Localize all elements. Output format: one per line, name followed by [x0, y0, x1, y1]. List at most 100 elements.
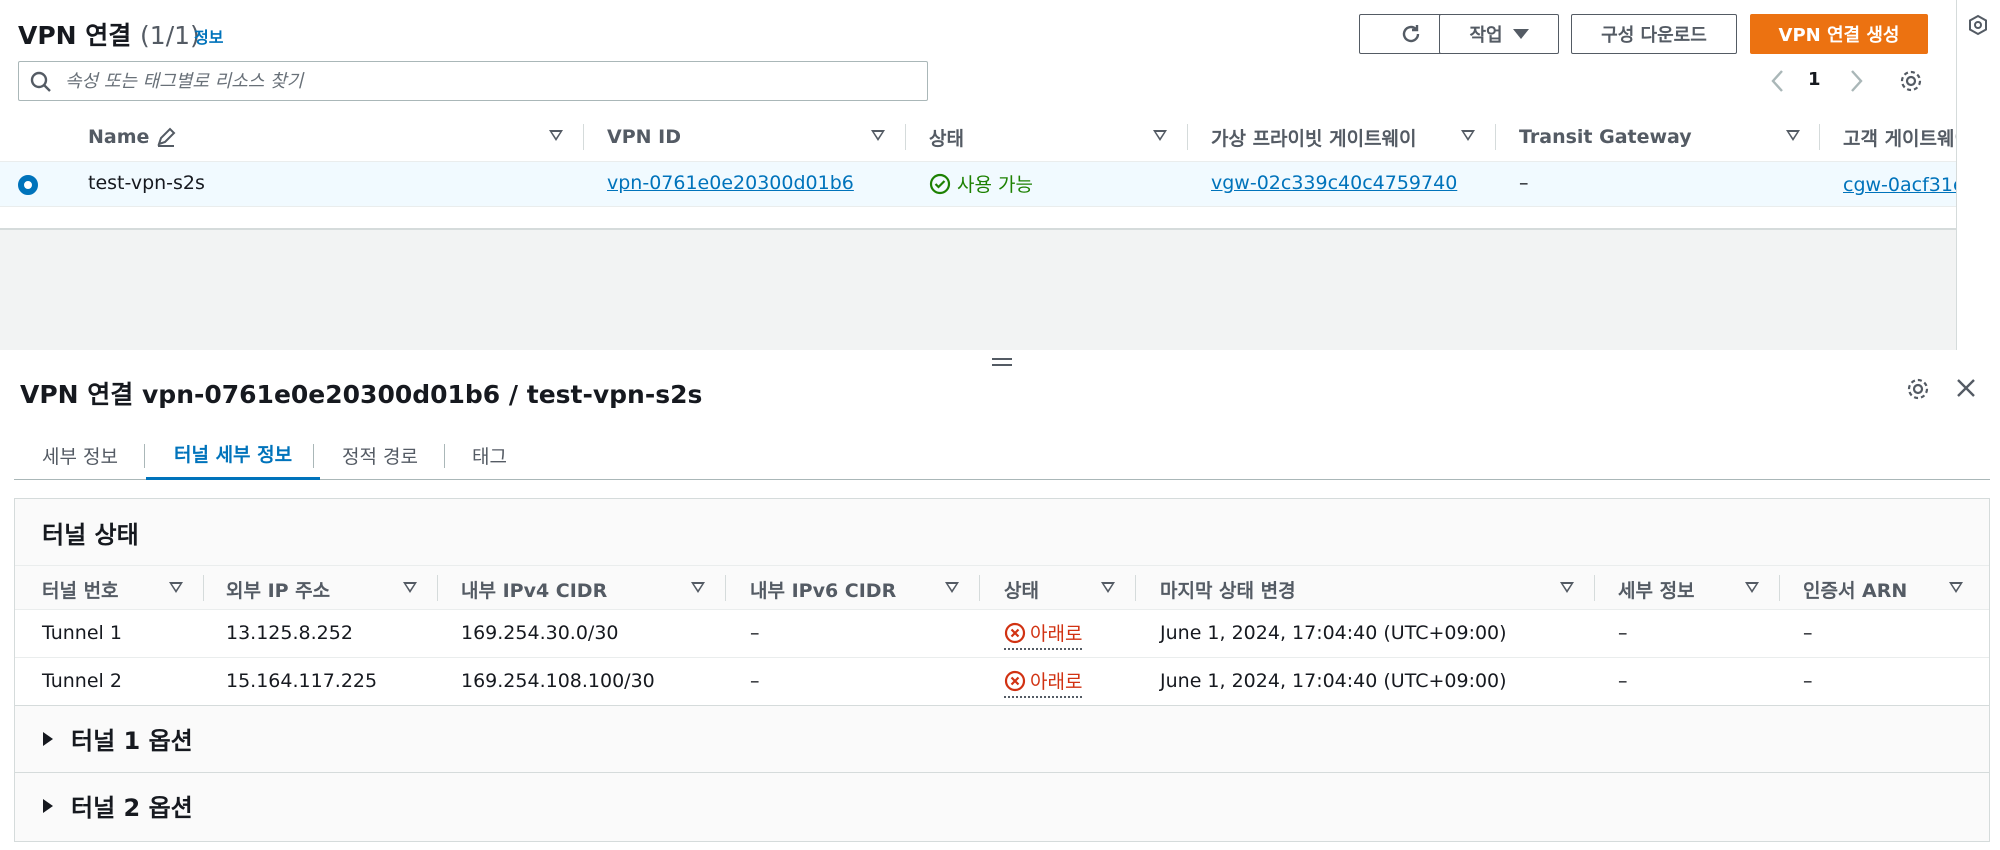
download-config-button[interactable]: 구성 다운로드	[1571, 14, 1737, 54]
column-divider[interactable]	[905, 124, 906, 150]
tab-static-routes[interactable]: 정적 경로	[342, 430, 418, 480]
expander-label: 터널 1 옵션	[71, 727, 193, 755]
row-select-radio[interactable]	[18, 175, 38, 195]
column-header-inside-ipv4[interactable]: 내부 IPv4 CIDR	[461, 576, 607, 603]
detail-tabs: 세부 정보 터널 세부 정보 정적 경로 태그	[14, 430, 1990, 480]
sort-icon[interactable]	[691, 582, 705, 593]
download-config-label: 구성 다운로드	[1601, 25, 1707, 46]
column-divider[interactable]	[437, 575, 438, 601]
refresh-icon	[1402, 25, 1420, 43]
column-divider[interactable]	[203, 575, 204, 601]
info-link[interactable]: 정보	[194, 24, 223, 48]
column-label: 고객 게이트웨이	[1843, 127, 1956, 150]
column-divider[interactable]	[1135, 575, 1136, 601]
column-label: VPN ID	[607, 126, 681, 148]
search-input[interactable]	[65, 62, 915, 100]
column-divider[interactable]	[1819, 124, 1820, 150]
sort-icon[interactable]	[945, 582, 959, 593]
column-header-name[interactable]: Name	[88, 114, 177, 160]
column-divider[interactable]	[1187, 124, 1188, 150]
column-label: 가상 프라이빗 게이트웨이	[1211, 127, 1417, 150]
search-icon	[30, 71, 51, 92]
column-header-inside-ipv6[interactable]: 내부 IPv6 CIDR	[750, 576, 896, 603]
tunnel-1-options-expander[interactable]: 터널 1 옵션	[15, 705, 1989, 771]
sort-icon[interactable]	[403, 582, 417, 593]
check-circle-icon	[929, 173, 951, 194]
tab-divider	[444, 444, 445, 468]
column-header-transit-gateway[interactable]: Transit Gateway	[1519, 114, 1692, 160]
detail-title: VPN 연결 vpn-0761e0e20300d01b6 / test-vpn-…	[20, 380, 703, 409]
status-label: 아래로	[1030, 623, 1083, 645]
vpn-table-header: Name VPN ID 상태 가상 프라이빗 게이트웨이 Transit Gat…	[0, 114, 1956, 160]
column-header-cert-arn[interactable]: 인증서 ARN	[1803, 576, 1907, 603]
sort-icon[interactable]	[1101, 582, 1115, 593]
create-vpn-button[interactable]: VPN 연결 생성	[1750, 14, 1928, 54]
cell-inside-ipv6: –	[750, 670, 760, 692]
vgw-link[interactable]: vgw-02c339c40c4759740	[1211, 172, 1457, 194]
cell-inside-ipv6: –	[750, 622, 760, 644]
sort-icon[interactable]	[1786, 130, 1800, 141]
actions-dropdown[interactable]: 작업	[1439, 14, 1559, 54]
column-divider[interactable]	[979, 575, 980, 601]
sort-icon[interactable]	[1560, 582, 1574, 593]
tunnel-status-panel: 터널 상태 터널 번호 외부 IP 주소 내부 IPv4 CIDR 내부 IPv…	[14, 498, 1990, 842]
column-divider[interactable]	[725, 575, 726, 601]
section-title: 터널 상태	[42, 521, 139, 549]
sort-icon[interactable]	[1745, 582, 1759, 593]
column-divider[interactable]	[583, 124, 584, 150]
split-panel-settings-gear-icon[interactable]	[1905, 376, 1931, 402]
column-divider[interactable]	[1594, 575, 1595, 601]
tunnel-2-options-expander[interactable]: 터널 2 옵션	[15, 772, 1989, 838]
status-down[interactable]: 아래로	[1004, 619, 1083, 650]
sort-icon[interactable]	[1949, 582, 1963, 593]
column-header-vgw[interactable]: 가상 프라이빗 게이트웨이	[1211, 114, 1417, 160]
column-header-tunnel-number[interactable]: 터널 번호	[42, 576, 119, 603]
tab-tunnel-details[interactable]: 터널 세부 정보	[146, 430, 321, 480]
table-row: Tunnel 2 15.164.117.225 169.254.108.100/…	[15, 657, 1989, 705]
column-header-details[interactable]: 세부 정보	[1618, 576, 1695, 603]
tab-label: 세부 정보	[42, 445, 118, 468]
cell-tunnel-number: Tunnel 1	[42, 622, 122, 644]
cell-outside-ip: 13.125.8.252	[226, 622, 353, 644]
tab-label: 태그	[472, 445, 507, 468]
vpn-id-link[interactable]: vpn-0761e0e20300d01b6	[607, 172, 854, 194]
sort-icon[interactable]	[1153, 130, 1167, 141]
split-panel-resize-handle[interactable]	[992, 358, 1012, 368]
caret-right-icon	[43, 731, 53, 746]
column-divider[interactable]	[1779, 575, 1780, 601]
column-header-status[interactable]: 상태	[1004, 576, 1039, 603]
status-down[interactable]: 아래로	[1004, 667, 1083, 698]
vpn-list-container: VPN 연결 (1/1) 정보 작업 구성 다운로드 VPN 연결 생성 1 N…	[0, 0, 1956, 230]
column-header-vpn-id[interactable]: VPN ID	[607, 114, 681, 160]
column-label: Transit Gateway	[1519, 126, 1692, 148]
column-header-last-change[interactable]: 마지막 상태 변경	[1160, 576, 1296, 603]
table-settings-gear-icon[interactable]	[1898, 68, 1924, 94]
cell-tunnel-number: Tunnel 2	[42, 670, 122, 692]
column-header-outside-ip[interactable]: 외부 IP 주소	[226, 576, 330, 603]
column-header-cgw[interactable]: 고객 게이트웨이	[1843, 114, 1956, 160]
tunnel-table-header: 터널 번호 외부 IP 주소 내부 IPv4 CIDR 내부 IPv6 CIDR…	[15, 565, 1989, 609]
close-icon[interactable]	[1954, 376, 1978, 400]
vpn-list-pane: VPN 연결 (1/1) 정보 작업 구성 다운로드 VPN 연결 생성 1 N…	[0, 0, 1956, 350]
tab-tags[interactable]: 태그	[472, 430, 507, 480]
column-header-status[interactable]: 상태	[929, 114, 964, 160]
sort-icon[interactable]	[169, 582, 183, 593]
cgw-link[interactable]: cgw-0acf31e	[1843, 174, 1956, 196]
tab-details[interactable]: 세부 정보	[42, 430, 118, 480]
page-number[interactable]: 1	[1808, 69, 1821, 90]
create-vpn-label: VPN 연결 생성	[1778, 25, 1900, 46]
status-label: 사용 가능	[957, 174, 1033, 196]
sort-icon[interactable]	[871, 130, 885, 141]
help-panel-icon[interactable]	[1967, 14, 1989, 36]
next-page-icon[interactable]	[1845, 68, 1867, 94]
tab-label: 터널 세부 정보	[174, 444, 293, 466]
sort-icon[interactable]	[549, 130, 563, 141]
status-label: 아래로	[1030, 671, 1083, 693]
tab-divider	[144, 444, 145, 468]
column-divider[interactable]	[1495, 124, 1496, 150]
cell-details: –	[1618, 670, 1628, 692]
cell-details: –	[1618, 622, 1628, 644]
cell-inside-ipv4: 169.254.30.0/30	[461, 622, 619, 644]
previous-page-icon[interactable]	[1767, 68, 1789, 94]
sort-icon[interactable]	[1461, 130, 1475, 141]
